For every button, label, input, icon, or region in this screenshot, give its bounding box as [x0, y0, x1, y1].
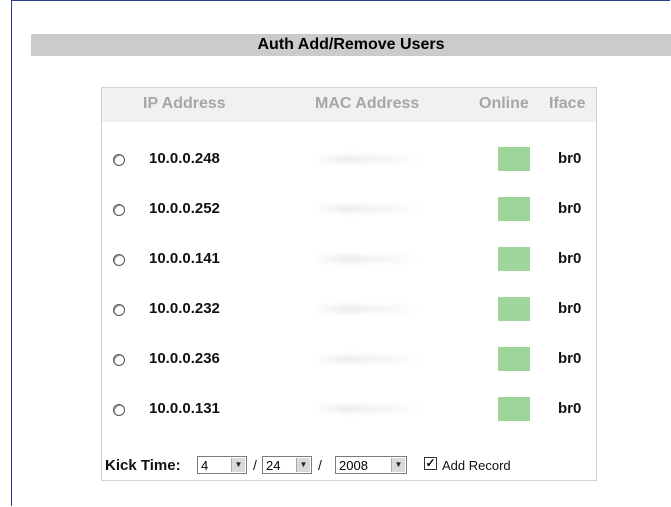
select-radio[interactable]	[113, 354, 125, 366]
table-row: 10.0.0.252 br0	[102, 197, 596, 227]
year-select[interactable]: 2008 ▼	[335, 456, 407, 474]
header-mac: MAC Address	[315, 95, 420, 112]
date-separator: /	[253, 457, 257, 473]
table-header: IP Address MAC Address Online Iface	[102, 88, 596, 122]
ip-address: 10.0.0.131	[149, 400, 220, 417]
table-row: 10.0.0.131 br0	[102, 397, 596, 427]
select-radio[interactable]	[113, 254, 125, 266]
ip-address: 10.0.0.232	[149, 300, 220, 317]
date-separator: /	[318, 457, 322, 473]
mac-address	[312, 305, 422, 313]
select-radio[interactable]	[113, 304, 125, 316]
iface: br0	[558, 300, 582, 317]
iface: br0	[558, 350, 582, 367]
table-row: 10.0.0.141 br0	[102, 247, 596, 277]
ip-address: 10.0.0.236	[149, 350, 220, 367]
mac-address	[312, 255, 422, 263]
page-title: Auth Add/Remove Users	[31, 34, 671, 56]
kick-time-row: Kick Time: 4 ▼ / 24 ▼ / 2008 ▼ ✓ Add Rec…	[102, 454, 596, 478]
table-row: 10.0.0.248 br0	[102, 147, 596, 177]
ip-address: 10.0.0.141	[149, 250, 220, 267]
chevron-down-icon[interactable]: ▼	[296, 458, 310, 472]
table-row: 10.0.0.232 br0	[102, 297, 596, 327]
mac-address	[312, 355, 422, 363]
online-indicator	[498, 397, 530, 421]
month-select[interactable]: 4 ▼	[197, 456, 247, 474]
month-value: 4	[201, 458, 209, 473]
ip-address: 10.0.0.248	[149, 150, 220, 167]
year-value: 2008	[339, 458, 368, 473]
iface: br0	[558, 400, 582, 417]
online-indicator	[498, 347, 530, 371]
table-row: 10.0.0.236 br0	[102, 347, 596, 377]
chevron-down-icon[interactable]: ▼	[231, 458, 245, 472]
kick-time-label: Kick Time:	[105, 457, 181, 474]
header-ip: IP Address	[143, 95, 226, 112]
select-radio[interactable]	[113, 404, 125, 416]
ip-address: 10.0.0.252	[149, 200, 220, 217]
users-table: IP Address MAC Address Online Iface 10.0…	[101, 87, 597, 481]
online-indicator	[498, 247, 530, 271]
day-value: 24	[266, 458, 281, 473]
select-radio[interactable]	[113, 154, 125, 166]
select-radio[interactable]	[113, 204, 125, 216]
add-record-label: Add Record	[442, 458, 511, 473]
mac-address	[312, 205, 422, 213]
online-indicator	[498, 147, 530, 171]
chevron-down-icon[interactable]: ▼	[391, 458, 405, 472]
day-select[interactable]: 24 ▼	[262, 456, 312, 474]
iface: br0	[558, 200, 582, 217]
mac-address	[312, 155, 422, 163]
iface: br0	[558, 150, 582, 167]
online-indicator	[498, 197, 530, 221]
iface: br0	[558, 250, 582, 267]
online-indicator	[498, 297, 530, 321]
header-iface: Iface	[549, 95, 586, 112]
header-online: Online	[479, 95, 529, 112]
mac-address	[312, 405, 422, 413]
add-record-checkbox[interactable]: ✓	[424, 457, 437, 470]
